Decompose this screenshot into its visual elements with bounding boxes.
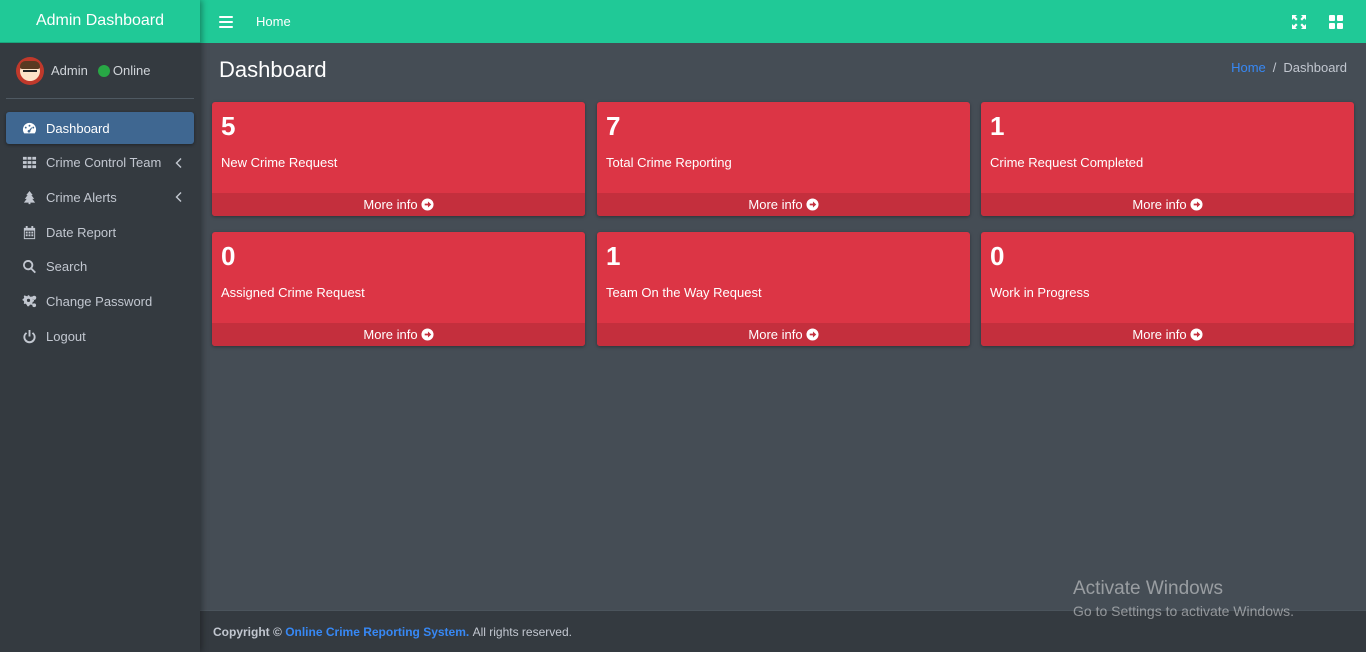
more-info-label: More info	[1132, 197, 1187, 212]
user-status: Online	[112, 63, 151, 78]
sidebar-item-crime-alerts[interactable]: Crime Alerts	[6, 181, 194, 213]
more-info-label: More info	[363, 327, 418, 342]
arrow-circle-right-icon	[806, 198, 819, 211]
chevron-left-icon	[174, 191, 182, 203]
watermark-title: Activate Windows	[1073, 578, 1223, 599]
stat-label: Assigned Crime Request	[221, 285, 365, 300]
stat-count: 1	[990, 111, 1005, 141]
top-nav-actions	[1292, 0, 1366, 43]
chevron-left-icon	[174, 157, 182, 169]
breadcrumb-home-link[interactable]: Home	[1231, 60, 1266, 75]
sidebar-item-label: Search	[46, 259, 88, 275]
control-sidebar-icon[interactable]	[1329, 14, 1343, 29]
stat-count: 0	[221, 241, 236, 271]
more-info-label: More info	[1132, 327, 1187, 342]
brand-title[interactable]: Admin Dashboard	[0, 0, 200, 43]
watermark-subtitle: Go to Settings to activate Windows.	[1073, 603, 1294, 619]
more-info-link[interactable]: More info	[981, 193, 1354, 216]
sidebar-item-label: Crime Alerts	[46, 189, 117, 205]
sidebar-item-logout[interactable]: Logout	[6, 320, 194, 352]
more-info-link[interactable]: More info	[212, 323, 585, 346]
footer-rights: All rights reserved.	[472, 624, 572, 639]
grid-icon	[21, 155, 37, 171]
search-icon	[21, 259, 37, 275]
stat-label: Total Crime Reporting	[606, 155, 732, 170]
stat-count: 7	[606, 111, 621, 141]
activate-windows-watermark: Activate Windows Go to Settings to activ…	[1073, 578, 1294, 619]
menu-toggle-icon[interactable]	[219, 15, 233, 28]
more-info-link[interactable]: More info	[981, 323, 1354, 346]
footer-copyright: Copyright ©	[213, 624, 282, 639]
more-info-link[interactable]: More info	[597, 193, 970, 216]
sidebar-item-crime-control-team[interactable]: Crime Control Team	[6, 147, 194, 179]
sidebar-item-date-report[interactable]: Date Report	[6, 216, 194, 248]
page-title: Dashboard	[219, 57, 327, 82]
user-panel: Admin Online	[6, 43, 194, 99]
calendar-icon	[21, 224, 37, 240]
more-info-link[interactable]: More info	[597, 323, 970, 346]
avatar[interactable]	[16, 56, 44, 85]
stat-box-work-in-progress: 0 Work in Progress More info	[981, 232, 1354, 346]
more-info-link[interactable]: More info	[212, 193, 585, 216]
arrow-circle-right-icon	[421, 328, 434, 341]
breadcrumb-separator: /	[1272, 60, 1277, 75]
fullscreen-icon[interactable]	[1292, 14, 1306, 29]
footer-link[interactable]: Online Crime Reporting System.	[285, 625, 469, 639]
sidebar: Admin Dashboard Admin Online Dashboard C…	[0, 0, 200, 652]
stat-box-crime-request-completed: 1 Crime Request Completed More info	[981, 102, 1354, 216]
sidebar-nav: Dashboard Crime Control Team Crime Alert…	[0, 112, 200, 352]
stat-label: Team On the Way Request	[606, 285, 762, 300]
stat-label: Crime Request Completed	[990, 155, 1144, 170]
top-nav-home-link[interactable]: Home	[256, 14, 291, 29]
user-name[interactable]: Admin	[51, 63, 88, 78]
sidebar-item-change-password[interactable]: Change Password	[6, 285, 194, 317]
more-info-label: More info	[748, 327, 803, 342]
top-navbar: Home	[200, 0, 1366, 43]
sidebar-item-label: Change Password	[46, 293, 153, 309]
tree-icon	[21, 189, 37, 205]
arrow-circle-right-icon	[1190, 328, 1203, 341]
sidebar-item-search[interactable]: Search	[6, 251, 194, 283]
sidebar-item-label: Crime Control Team	[46, 155, 162, 171]
sidebar-item-label: Logout	[46, 328, 86, 344]
main-content: Dashboard Home / Dashboard 5 New Crime R…	[200, 43, 1366, 610]
arrow-circle-right-icon	[806, 328, 819, 341]
breadcrumb: Home / Dashboard	[1231, 60, 1347, 75]
online-status-icon	[97, 64, 110, 77]
stat-box-total-crime-reporting: 7 Total Crime Reporting More info	[597, 102, 970, 216]
more-info-label: More info	[363, 197, 418, 212]
sidebar-item-label: Dashboard	[46, 120, 110, 136]
stat-label: New Crime Request	[221, 155, 338, 170]
more-info-label: More info	[748, 197, 803, 212]
stat-count: 0	[990, 241, 1005, 271]
stat-label: Work in Progress	[990, 285, 1090, 300]
sidebar-item-dashboard[interactable]: Dashboard	[6, 112, 194, 144]
stat-count: 5	[221, 111, 236, 141]
arrow-circle-right-icon	[421, 198, 434, 211]
arrow-circle-right-icon	[1190, 198, 1203, 211]
stat-box-team-on-the-way-request: 1 Team On the Way Request More info	[597, 232, 970, 346]
sidebar-item-label: Date Report	[46, 224, 117, 240]
stat-box-new-crime-request: 5 New Crime Request More info	[212, 102, 585, 216]
breadcrumb-current: Dashboard	[1283, 60, 1347, 75]
stat-box-assigned-crime-request: 0 Assigned Crime Request More info	[212, 232, 585, 346]
cogs-icon	[21, 293, 37, 309]
stat-count: 1	[606, 241, 621, 271]
tachometer-icon	[21, 120, 37, 136]
power-icon	[21, 328, 37, 344]
